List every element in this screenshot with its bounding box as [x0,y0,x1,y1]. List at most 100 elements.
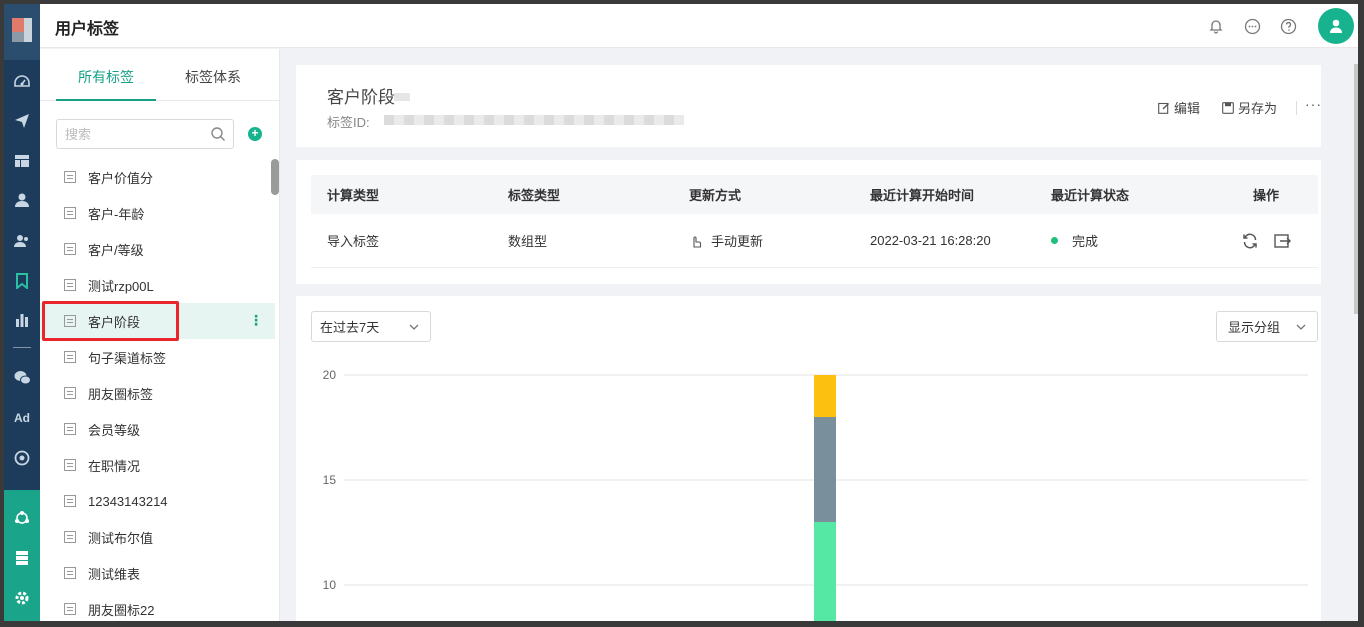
user-icon[interactable] [4,188,40,212]
list-item-label: 在职情况 [88,458,141,474]
network-icon[interactable] [4,506,40,530]
list-item[interactable]: 测试维表 [40,555,275,591]
search-icon[interactable] [210,126,226,142]
tag-icon [64,531,76,543]
rail-bottom-section [4,490,40,621]
period-select[interactable]: 在过去7天 [311,311,431,342]
bar-segment-2[interactable] [814,375,836,417]
tag-title: 客户阶段 [327,88,395,107]
layout-icon[interactable] [4,149,40,173]
settings-gear-icon[interactable] [4,586,40,610]
tab-all-tags[interactable]: 所有标签 [78,67,134,87]
export-icon[interactable] [1273,232,1291,250]
user-avatar[interactable] [1318,8,1354,44]
wechat-icon[interactable] [4,366,40,390]
list-item-label: 测试布尔值 [88,530,154,546]
tag-search-box [56,119,234,149]
list-item-label: 朋友圈标签 [88,386,154,402]
list-item[interactable]: 测试rzp00L [40,267,275,303]
bell-icon[interactable] [1206,16,1226,36]
tag-icon [64,171,76,183]
target-icon[interactable] [4,446,40,470]
save-icon [1222,101,1234,114]
page-scrollbar[interactable] [1354,64,1358,314]
list-item[interactable]: 朋友圈标22 [40,591,275,621]
bar-segment-1[interactable] [814,417,836,522]
tag-icon [64,603,76,615]
list-item[interactable]: 客户/等级 [40,231,275,267]
list-item[interactable]: 句子渠道标签 [40,339,275,375]
list-item[interactable]: 客户价值分 [40,159,275,195]
list-item[interactable]: 在职情况 [40,447,275,483]
add-tag-button[interactable]: + [248,127,262,141]
database-icon[interactable] [4,546,40,570]
tag-bookmark-icon[interactable] [4,269,40,293]
refresh-icon[interactable] [1241,232,1259,250]
period-select-value: 在过去7天 [320,320,380,335]
action-divider [1296,101,1297,115]
list-item[interactable]: 朋友圈标签 [40,375,275,411]
tag-icon [64,567,76,579]
tag-icon [64,351,76,363]
col-last-calc-time: 最近计算开始时间 [870,188,975,203]
dashboard-icon[interactable] [4,70,40,94]
group-display-select[interactable]: 显示分组 [1216,311,1318,342]
message-icon[interactable] [1242,16,1262,36]
bar-chart-icon[interactable] [4,308,40,332]
tag-list-scrollbar[interactable] [271,159,279,195]
tag-icon [64,243,76,255]
app-logo [4,4,40,60]
col-actions: 操作 [1253,188,1280,203]
chevron-down-icon [409,324,419,330]
table-header: 计算类型 标签类型 更新方式 最近计算开始时间 最近计算状态 操作 [311,175,1318,214]
list-item[interactable]: 12343143214 [40,483,275,519]
edit-button[interactable]: 编辑 [1158,98,1200,117]
redacted-tag-id [384,115,684,125]
hand-pointer-icon [693,235,702,248]
status-dot [1051,237,1058,244]
nav-rail: Ad [4,4,40,621]
table-row: 导入标签 数组型 手动更新 2022-03-21 16:28:20 完成 [311,214,1318,268]
cell-update-mode: 手动更新 [689,214,763,267]
bar-segment-0[interactable] [814,522,836,621]
save-as-button[interactable]: 另存为 [1222,98,1277,117]
col-tag-type: 标签类型 [508,188,561,203]
list-item-label: 测试维表 [88,566,141,582]
list-item[interactable]: 客户-年龄 [40,195,275,231]
list-item[interactable]: 测试布尔值 [40,519,275,555]
tab-tag-system[interactable]: 标签体系 [185,67,241,87]
send-icon[interactable] [4,109,40,133]
cell-tag-type: 数组型 [508,234,548,249]
y-tick-label: 10 [323,578,337,592]
list-item-label: 朋友圈标22 [88,602,155,618]
list-item-label: 客户/等级 [88,242,144,258]
list-item-selected[interactable]: 客户阶段 ⋮ [40,301,275,341]
more-vertical-icon[interactable]: ⋮ [249,312,263,329]
tag-info-card: 计算类型 标签类型 更新方式 最近计算开始时间 最近计算状态 操作 导入标签 数… [296,160,1321,284]
tag-search-input[interactable] [65,125,205,143]
y-tick-label: 20 [323,368,337,382]
tag-icon [64,459,76,471]
list-item-label: 会员等级 [88,422,141,438]
more-horizontal-icon[interactable]: ··· [1305,96,1322,112]
save-as-label: 另存为 [1238,101,1278,116]
cell-last-calc-time: 2022-03-21 16:28:20 [870,233,991,248]
cell-calc-type: 导入标签 [327,234,380,249]
ad-icon[interactable]: Ad [4,406,40,430]
page-title: 用户标签 [55,21,120,38]
tag-chart-card: 在过去7天 显示分组 20 15 10 [296,296,1321,621]
help-icon[interactable] [1278,16,1298,36]
col-last-calc-status: 最近计算状态 [1051,188,1130,203]
user-group-icon[interactable] [4,229,40,253]
tag-detail-header: 客户阶段 标签ID: 编辑 另存为 ··· [296,65,1321,147]
tag-list: 客户价值分 客户-年龄 客户/等级 测试rzp00L 客户阶段 ⋮ 句子渠道标签… [40,159,275,621]
list-item[interactable]: 会员等级 [40,411,275,447]
tag-tabs: 所有标签 标签体系 [40,49,279,101]
group-display-value: 显示分组 [1228,320,1281,335]
stacked-bar-chart: 20 15 10 [323,368,1308,621]
tag-icon [64,387,76,399]
highlight-annotation-box [42,301,179,341]
list-item-label: 句子渠道标签 [88,350,167,366]
list-item-label: 12343143214 [88,493,168,509]
app-window: Ad 用户标签 所有标签 标签体系 搜索 + 客户价值分 客户-年龄 客户/等级… [4,4,1358,621]
